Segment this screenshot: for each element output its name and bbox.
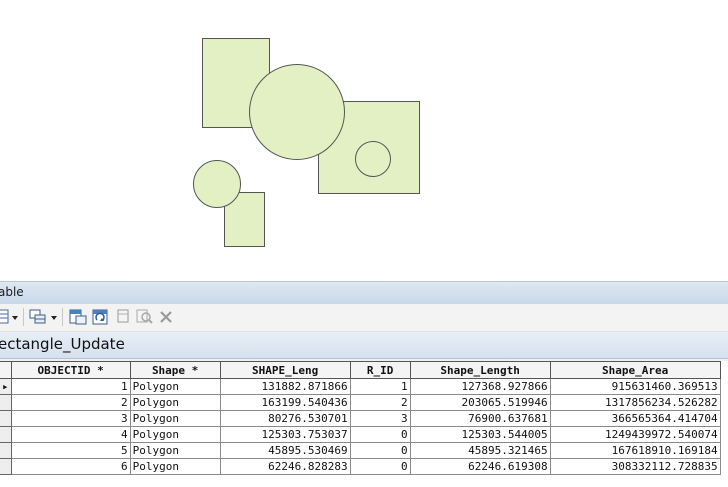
clear-selection-icon[interactable] [116, 308, 132, 326]
row-selector-header[interactable] [0, 361, 12, 379]
table-row[interactable]: 4 Polygon 125303.753037 0 125303.544005 … [0, 426, 721, 443]
dropdown-arrow-icon[interactable] [51, 308, 58, 326]
dropdown-arrow-icon[interactable] [12, 308, 19, 326]
cell-shape-length[interactable]: 76900.637681 [409, 410, 551, 427]
row-selector[interactable] [0, 458, 12, 475]
cell-shape-leng[interactable]: 45895.530469 [219, 442, 351, 459]
column-header-objectid[interactable]: OBJECTID * [10, 361, 131, 379]
row-selector[interactable] [0, 442, 12, 459]
related-tables-icon[interactable] [29, 308, 49, 326]
cell-r-id[interactable]: 3 [349, 410, 411, 427]
cell-objectid[interactable]: 2 [10, 394, 131, 411]
column-header-shape-length[interactable]: Shape_Length [409, 361, 551, 379]
row-selector[interactable] [0, 394, 12, 411]
delete-selected-icon[interactable] [158, 308, 174, 326]
cell-shape[interactable]: Polygon [129, 394, 221, 411]
cell-r-id[interactable]: 0 [349, 458, 411, 475]
cell-shape-length[interactable]: 125303.544005 [409, 426, 551, 443]
switch-selection-icon[interactable] [91, 308, 111, 326]
column-header-shape-area[interactable]: Shape_Area [549, 361, 721, 379]
map-view[interactable] [0, 0, 728, 280]
column-header-shape-leng[interactable]: SHAPE_Leng [219, 361, 351, 379]
zoom-to-selected-icon[interactable] [135, 308, 153, 326]
polygon-circle-small-right[interactable] [355, 141, 391, 177]
cell-shape[interactable]: Polygon [129, 442, 221, 459]
cell-r-id[interactable]: 0 [349, 426, 411, 443]
cell-shape-length[interactable]: 127368.927866 [409, 378, 551, 395]
table-row[interactable]: 5 Polygon 45895.530469 0 45895.321465 16… [0, 442, 721, 459]
cell-shape-area[interactable]: 308332112.728835 [549, 458, 721, 475]
cell-shape-area[interactable]: 167618910.169184 [549, 442, 721, 459]
cell-objectid[interactable]: 6 [10, 458, 131, 475]
table-toolbar [0, 304, 728, 332]
polygon-circle-large[interactable] [249, 64, 345, 160]
attribute-table: OBJECTID * Shape * SHAPE_Leng R_ID Shape… [0, 361, 721, 475]
cell-shape-area[interactable]: 1317856234.526282 [549, 394, 721, 411]
cell-shape-length[interactable]: 203065.519946 [409, 394, 551, 411]
cell-shape-area[interactable]: 1249439972.540074 [549, 426, 721, 443]
table-options-icon[interactable] [0, 308, 10, 326]
cell-r-id[interactable]: 0 [349, 442, 411, 459]
table-row[interactable]: 6 Polygon 62246.828283 0 62246.619308 30… [0, 458, 721, 475]
polygon-circle-small-left[interactable] [193, 160, 241, 208]
cell-shape-length[interactable]: 62246.619308 [409, 458, 551, 475]
table-row[interactable]: ▸ 1 Polygon 131882.871866 1 127368.92786… [0, 378, 721, 395]
cell-objectid[interactable]: 3 [10, 410, 131, 427]
cell-shape-length[interactable]: 45895.321465 [409, 442, 551, 459]
row-selector[interactable] [0, 426, 12, 443]
cell-shape-area[interactable]: 915631460.369513 [549, 378, 721, 395]
cell-r-id[interactable]: 2 [349, 394, 411, 411]
table-tab-bar: ectangle_Update [0, 332, 728, 359]
attribute-table-window: able ectangle_Update OBJECTID * Shape * … [0, 281, 728, 487]
cell-shape-leng[interactable]: 62246.828283 [219, 458, 351, 475]
cell-shape-leng[interactable]: 131882.871866 [219, 378, 351, 395]
cell-shape[interactable]: Polygon [129, 378, 221, 395]
table-row[interactable]: 2 Polygon 163199.540436 2 203065.519946 … [0, 394, 721, 411]
cell-objectid[interactable]: 4 [10, 426, 131, 443]
cell-objectid[interactable]: 5 [10, 442, 131, 459]
row-selector[interactable]: ▸ [0, 378, 12, 395]
cell-shape[interactable]: Polygon [129, 410, 221, 427]
cell-shape-area[interactable]: 366565364.414704 [549, 410, 721, 427]
select-by-attributes-icon[interactable] [68, 308, 88, 326]
table-titlebar[interactable]: able [0, 281, 728, 304]
cell-objectid[interactable]: 1 [10, 378, 131, 395]
cell-r-id[interactable]: 1 [349, 378, 411, 395]
column-header-r-id[interactable]: R_ID [349, 361, 411, 379]
attribute-grid: OBJECTID * Shape * SHAPE_Leng R_ID Shape… [0, 361, 728, 487]
table-header-row: OBJECTID * Shape * SHAPE_Leng R_ID Shape… [0, 361, 721, 379]
table-tab-label[interactable]: ectangle_Update [0, 335, 125, 353]
column-header-shape[interactable]: Shape * [129, 361, 221, 379]
table-title: able [0, 285, 24, 299]
cell-shape[interactable]: Polygon [129, 426, 221, 443]
cell-shape[interactable]: Polygon [129, 458, 221, 475]
cell-shape-leng[interactable]: 125303.753037 [219, 426, 351, 443]
row-selector[interactable] [0, 410, 12, 427]
cell-shape-leng[interactable]: 163199.540436 [219, 394, 351, 411]
cell-shape-leng[interactable]: 80276.530701 [219, 410, 351, 427]
table-row[interactable]: 3 Polygon 80276.530701 3 76900.637681 36… [0, 410, 721, 427]
